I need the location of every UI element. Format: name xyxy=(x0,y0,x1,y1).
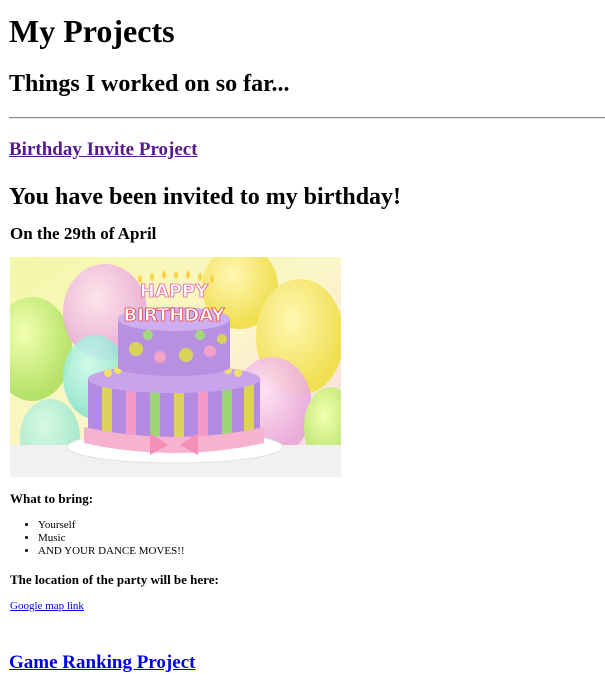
list-item: Yourself xyxy=(38,519,185,532)
location-heading: The location of the party will be here: xyxy=(10,572,219,587)
list-item: Music xyxy=(38,532,185,545)
game-ranking-project-link[interactable]: Game Ranking Project xyxy=(9,652,195,674)
invite-heading: You have been invited to my birthday! xyxy=(9,184,402,210)
divider xyxy=(9,117,605,119)
birthday-invite-project-link[interactable]: Birthday Invite Project xyxy=(9,139,198,161)
list-item: AND YOUR DANCE MOVES!! xyxy=(38,545,185,558)
google-map-link[interactable]: Google map link xyxy=(10,600,84,613)
page-subtitle: Things I worked on so far... xyxy=(9,71,290,97)
candle-text-bottom: BIRTHDAY xyxy=(124,305,226,326)
bring-list: Yourself Music AND YOUR DANCE MOVES!! xyxy=(9,519,185,558)
birthday-cake-image: HAPPY BIRTHDAY xyxy=(10,257,341,477)
invite-date: On the 29th of April xyxy=(10,224,157,243)
candle-text-top: HAPPY xyxy=(140,281,209,302)
page-title: My Projects xyxy=(9,13,175,49)
bring-heading: What to bring: xyxy=(10,491,94,506)
